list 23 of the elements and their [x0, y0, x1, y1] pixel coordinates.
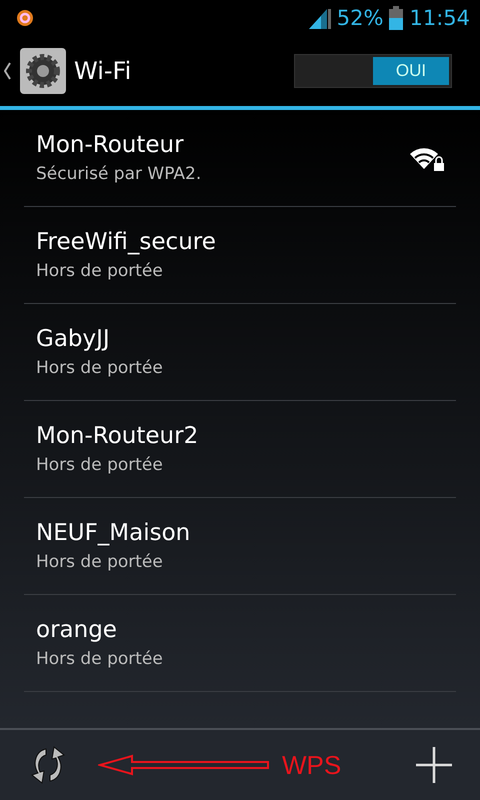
network-name[interactable]: NEUF_Maison: [36, 520, 444, 546]
network-name[interactable]: Mon-Routeur2: [36, 423, 444, 449]
network-status: Hors de portée: [36, 649, 164, 669]
signal-icon: [306, 7, 331, 29]
network-status: Hors de portée: [36, 261, 164, 281]
network-status: Sécurisé par WPA2.: [36, 164, 202, 184]
battery-percent: 52%: [336, 6, 384, 30]
network-name[interactable]: GabyJJ: [36, 326, 444, 352]
network-name[interactable]: orange: [36, 617, 444, 643]
settings-icon[interactable]: [4, 48, 68, 94]
screen-title: Wi-Fi: [74, 57, 132, 85]
refresh-icon[interactable]: [28, 745, 68, 785]
battery-icon: [389, 6, 404, 30]
network-status: Hors de portée: [36, 552, 164, 572]
clock: 11:54: [409, 6, 470, 30]
network-name[interactable]: FreeWifi_secure: [36, 229, 444, 255]
network-status: Hors de portée: [36, 358, 164, 378]
network-status: Hors de portée: [36, 455, 164, 475]
notification-icon: [16, 9, 34, 27]
wifi-toggle[interactable]: OUI: [294, 54, 452, 88]
annotation-label: WPS: [282, 750, 342, 780]
add-icon[interactable]: [416, 747, 452, 783]
network-name[interactable]: Mon-Routeur: [36, 132, 410, 158]
